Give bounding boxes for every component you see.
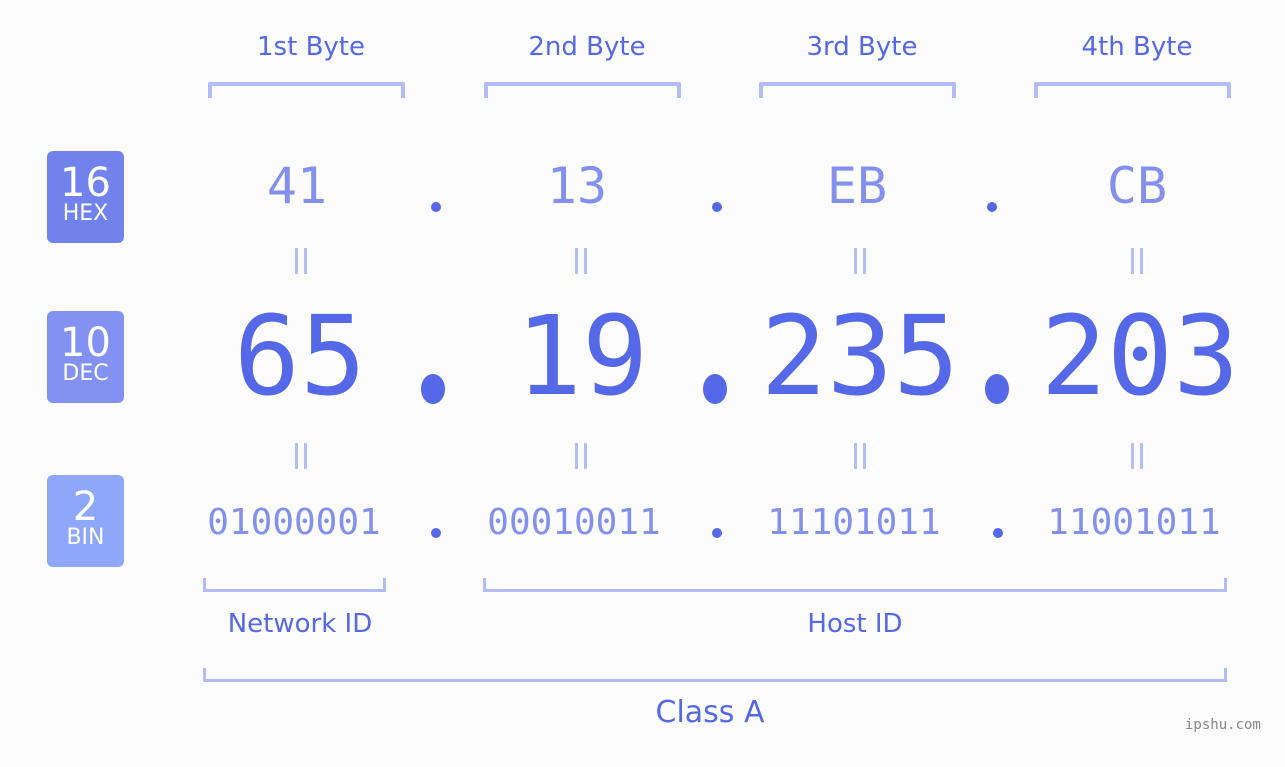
class-bracket	[203, 668, 1227, 682]
equals-icon	[571, 248, 591, 274]
equals-icon	[1127, 443, 1147, 469]
hex-byte-3: EB	[826, 157, 888, 215]
hex-dot-1	[431, 202, 441, 212]
bin-byte-4: 11001011	[1047, 502, 1221, 543]
dec-byte-3: 235	[760, 292, 960, 420]
host-id-label: Host ID	[807, 609, 903, 639]
bin-base-label: BIN	[66, 525, 105, 550]
hex-byte-4: CB	[1106, 157, 1168, 215]
network-id-label: Network ID	[227, 609, 373, 639]
watermark: ipshu.com	[1185, 717, 1261, 733]
bin-byte-1: 01000001	[207, 502, 381, 543]
host-id-bracket	[483, 578, 1227, 592]
equals-icon	[291, 248, 311, 274]
byte-bracket-2	[484, 82, 681, 98]
dec-badge: 10 DEC	[47, 311, 124, 403]
dec-dot-3	[985, 374, 1009, 404]
byte-label-1: 1st Byte	[257, 32, 365, 62]
dec-base-label: DEC	[62, 361, 109, 386]
bin-byte-3: 11101011	[767, 502, 941, 543]
network-id-bracket	[203, 578, 386, 592]
byte-bracket-4	[1034, 82, 1231, 98]
dec-byte-4: 203	[1040, 292, 1240, 420]
bin-dot-2	[712, 528, 722, 538]
equals-icon	[571, 443, 591, 469]
dec-dot-1	[421, 374, 445, 404]
dec-dot-2	[703, 374, 727, 404]
equals-icon	[850, 248, 870, 274]
hex-dot-3	[987, 202, 997, 212]
equals-icon	[1127, 248, 1147, 274]
bin-badge: 2 BIN	[47, 475, 124, 567]
dec-base-number: 10	[60, 320, 111, 366]
hex-badge: 16 HEX	[47, 151, 124, 243]
byte-label-4: 4th Byte	[1081, 32, 1193, 62]
class-label: Class A	[655, 695, 765, 730]
dec-byte-1: 65	[233, 292, 367, 420]
hex-dot-2	[712, 202, 722, 212]
equals-icon	[850, 443, 870, 469]
equals-icon	[291, 443, 311, 469]
hex-byte-2: 13	[546, 157, 608, 215]
bin-dot-3	[993, 528, 1003, 538]
hex-base-label: HEX	[62, 201, 109, 226]
hex-byte-1: 41	[266, 157, 328, 215]
hex-base-number: 16	[60, 160, 111, 206]
byte-bracket-1	[208, 82, 405, 98]
byte-label-2: 2nd Byte	[528, 32, 646, 62]
bin-base-number: 2	[72, 484, 99, 530]
bin-dot-1	[431, 528, 441, 538]
byte-label-3: 3rd Byte	[806, 32, 918, 62]
dec-byte-2: 19	[515, 292, 649, 420]
bin-byte-2: 00010011	[487, 502, 661, 543]
byte-bracket-3	[759, 82, 956, 98]
